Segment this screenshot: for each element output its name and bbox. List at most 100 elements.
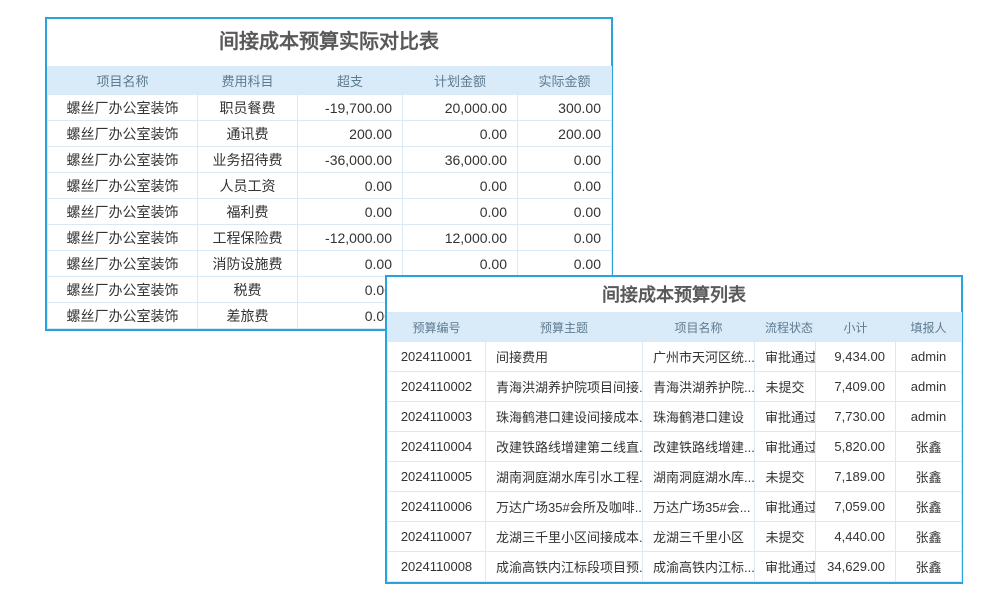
budget-subject-link[interactable]: 珠海鹤港口建设间接成本... bbox=[486, 402, 643, 432]
project-name-link[interactable]: 湖南洞庭湖水库... bbox=[643, 462, 755, 492]
filler-user-link[interactable]: 张鑫 bbox=[896, 432, 962, 462]
budget-subject-link[interactable]: 间接费用 bbox=[486, 342, 643, 372]
budget-list-row: 2024110008成渝高铁内江标段项目预...成渝高铁内江标...审批通过34… bbox=[388, 552, 962, 582]
subtotal-amount-cell: 9,434.00 bbox=[816, 342, 896, 372]
overspend-amount-cell: 0.00 bbox=[298, 199, 403, 225]
budget-number-link[interactable]: 2024110006 bbox=[388, 492, 486, 522]
filler-user-link[interactable]: 张鑫 bbox=[896, 552, 962, 582]
filler-user-link[interactable]: 张鑫 bbox=[896, 462, 962, 492]
project-name-link[interactable]: 青海洪湖养护院... bbox=[643, 372, 755, 402]
comparison-col-header-4: 实际金额 bbox=[518, 67, 612, 95]
project-name-link[interactable]: 螺丝厂办公室装饰 bbox=[48, 95, 198, 121]
project-name-link[interactable]: 螺丝厂办公室装饰 bbox=[48, 277, 198, 303]
budget-list-col-header-2: 项目名称 bbox=[643, 313, 755, 342]
comparison-table-title: 间接成本预算实际对比表 bbox=[47, 19, 611, 66]
project-name-link[interactable]: 改建铁路线增建... bbox=[643, 432, 755, 462]
subtotal-amount-cell: 34,629.00 bbox=[816, 552, 896, 582]
budget-list-col-header-0: 预算编号 bbox=[388, 313, 486, 342]
filler-user-link[interactable]: 张鑫 bbox=[896, 522, 962, 552]
project-name-link[interactable]: 螺丝厂办公室装饰 bbox=[48, 147, 198, 173]
budget-number-link[interactable]: 2024110003 bbox=[388, 402, 486, 432]
project-name-link[interactable]: 成渝高铁内江标... bbox=[643, 552, 755, 582]
budget-list-row: 2024110006万达广场35#会所及咖啡...万达广场35#会...审批通过… bbox=[388, 492, 962, 522]
subtotal-amount-cell: 4,440.00 bbox=[816, 522, 896, 552]
project-name-link[interactable]: 螺丝厂办公室装饰 bbox=[48, 121, 198, 147]
overspend-amount-cell: -36,000.00 bbox=[298, 147, 403, 173]
comparison-table-row: 螺丝厂办公室装饰工程保险费-12,000.0012,000.000.00 bbox=[48, 225, 612, 251]
project-name-link[interactable]: 广州市天河区统... bbox=[643, 342, 755, 372]
project-name-link[interactable]: 螺丝厂办公室装饰 bbox=[48, 225, 198, 251]
actual-amount-link[interactable]: 200.00 bbox=[518, 121, 612, 147]
actual-amount-link[interactable]: 0.00 bbox=[518, 225, 612, 251]
workflow-status-label: 审批通过 bbox=[755, 402, 816, 432]
planned-amount-cell: 36,000.00 bbox=[403, 147, 518, 173]
filler-user-link[interactable]: 张鑫 bbox=[896, 492, 962, 522]
comparison-col-header-0: 项目名称 bbox=[48, 67, 198, 95]
workflow-status-label: 审批通过 bbox=[755, 552, 816, 582]
budget-subject-link[interactable]: 湖南洞庭湖水库引水工程... bbox=[486, 462, 643, 492]
budget-number-link[interactable]: 2024110007 bbox=[388, 522, 486, 552]
budget-number-link[interactable]: 2024110005 bbox=[388, 462, 486, 492]
expense-category-cell: 税费 bbox=[198, 277, 298, 303]
subtotal-amount-cell: 7,189.00 bbox=[816, 462, 896, 492]
subtotal-amount-cell: 7,730.00 bbox=[816, 402, 896, 432]
project-name-link[interactable]: 珠海鹤港口建设 bbox=[643, 402, 755, 432]
filler-user-link[interactable]: admin bbox=[896, 372, 962, 402]
budget-list-row: 2024110005湖南洞庭湖水库引水工程...湖南洞庭湖水库...未提交7,1… bbox=[388, 462, 962, 492]
expense-category-cell: 职员餐费 bbox=[198, 95, 298, 121]
filler-user-link[interactable]: admin bbox=[896, 402, 962, 432]
subtotal-amount-cell: 7,409.00 bbox=[816, 372, 896, 402]
budget-list-row: 2024110007龙湖三千里小区间接成本...龙湖三千里小区未提交4,440.… bbox=[388, 522, 962, 552]
planned-amount-cell: 0.00 bbox=[403, 121, 518, 147]
expense-category-cell: 业务招待费 bbox=[198, 147, 298, 173]
project-name-link[interactable]: 螺丝厂办公室装饰 bbox=[48, 199, 198, 225]
project-name-link[interactable]: 螺丝厂办公室装饰 bbox=[48, 303, 198, 329]
budget-subject-link[interactable]: 改建铁路线增建第二线直... bbox=[486, 432, 643, 462]
planned-amount-cell: 0.00 bbox=[403, 173, 518, 199]
filler-user-link[interactable]: admin bbox=[896, 342, 962, 372]
planned-amount-cell: 0.00 bbox=[403, 251, 518, 277]
page-background: 间接成本预算实际对比表 项目名称费用科目超支计划金额实际金额 螺丝厂办公室装饰职… bbox=[0, 0, 1000, 600]
comparison-table-row: 螺丝厂办公室装饰人员工资0.000.000.00 bbox=[48, 173, 612, 199]
project-name-link[interactable]: 螺丝厂办公室装饰 bbox=[48, 251, 198, 277]
actual-amount-link[interactable]: 0.00 bbox=[518, 199, 612, 225]
comparison-col-header-3: 计划金额 bbox=[403, 67, 518, 95]
budget-number-link[interactable]: 2024110008 bbox=[388, 552, 486, 582]
comparison-table-row: 螺丝厂办公室装饰福利费0.000.000.00 bbox=[48, 199, 612, 225]
comparison-col-header-1: 费用科目 bbox=[198, 67, 298, 95]
workflow-status-label: 审批通过 bbox=[755, 432, 816, 462]
expense-category-cell: 人员工资 bbox=[198, 173, 298, 199]
budget-list-header-row: 预算编号预算主题项目名称流程状态小计填报人 bbox=[388, 313, 962, 342]
budget-number-link[interactable]: 2024110002 bbox=[388, 372, 486, 402]
comparison-table-row: 螺丝厂办公室装饰消防设施费0.000.000.00 bbox=[48, 251, 612, 277]
project-name-link[interactable]: 螺丝厂办公室装饰 bbox=[48, 173, 198, 199]
budget-list-col-header-1: 预算主题 bbox=[486, 313, 643, 342]
overspend-amount-cell: -12,000.00 bbox=[298, 225, 403, 251]
actual-amount-link[interactable]: 300.00 bbox=[518, 95, 612, 121]
budget-number-link[interactable]: 2024110001 bbox=[388, 342, 486, 372]
budget-number-link[interactable]: 2024110004 bbox=[388, 432, 486, 462]
actual-amount-link[interactable]: 0.00 bbox=[518, 251, 612, 277]
budget-list-row: 2024110004改建铁路线增建第二线直...改建铁路线增建...审批通过5,… bbox=[388, 432, 962, 462]
actual-amount-link[interactable]: 0.00 bbox=[518, 147, 612, 173]
budget-subject-link[interactable]: 青海洪湖养护院项目间接... bbox=[486, 372, 643, 402]
budget-list-title: 间接成本预算列表 bbox=[387, 277, 961, 312]
comparison-col-header-2: 超支 bbox=[298, 67, 403, 95]
workflow-status-label: 审批通过 bbox=[755, 492, 816, 522]
budget-subject-link[interactable]: 龙湖三千里小区间接成本... bbox=[486, 522, 643, 552]
subtotal-amount-cell: 7,059.00 bbox=[816, 492, 896, 522]
actual-amount-link[interactable]: 0.00 bbox=[518, 173, 612, 199]
project-name-link[interactable]: 龙湖三千里小区 bbox=[643, 522, 755, 552]
overspend-amount-cell: 0.00 bbox=[298, 251, 403, 277]
budget-subject-link[interactable]: 万达广场35#会所及咖啡... bbox=[486, 492, 643, 522]
expense-category-cell: 福利费 bbox=[198, 199, 298, 225]
comparison-table-row: 螺丝厂办公室装饰通讯费200.000.00200.00 bbox=[48, 121, 612, 147]
comparison-table-row: 螺丝厂办公室装饰职员餐费-19,700.0020,000.00300.00 bbox=[48, 95, 612, 121]
comparison-table-header-row: 项目名称费用科目超支计划金额实际金额 bbox=[48, 67, 612, 95]
planned-amount-cell: 20,000.00 bbox=[403, 95, 518, 121]
subtotal-amount-cell: 5,820.00 bbox=[816, 432, 896, 462]
project-name-link[interactable]: 万达广场35#会... bbox=[643, 492, 755, 522]
comparison-table-row: 螺丝厂办公室装饰业务招待费-36,000.0036,000.000.00 bbox=[48, 147, 612, 173]
overspend-amount-cell: -19,700.00 bbox=[298, 95, 403, 121]
budget-subject-link[interactable]: 成渝高铁内江标段项目预... bbox=[486, 552, 643, 582]
